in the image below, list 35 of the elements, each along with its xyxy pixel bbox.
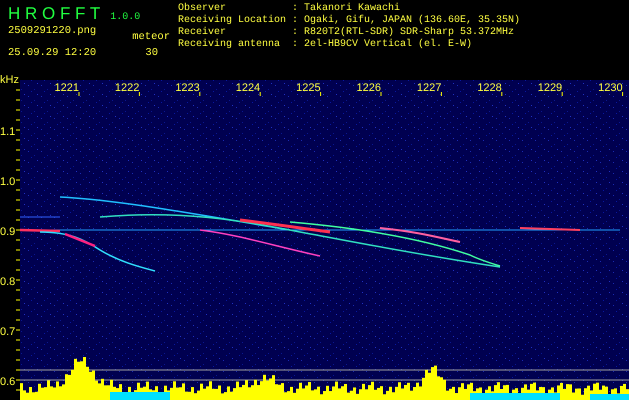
info-separator: : [292,39,300,51]
info-label: Receiver [178,27,228,38]
axis-label: 1223 [175,82,200,94]
axis-label: 1222 [114,82,140,94]
axis-label: 1224 [236,82,260,94]
file-name: 2509291220.png [8,25,96,39]
app-title: H R O F F T [8,4,100,24]
axis-label: 1227 [416,82,442,94]
axis-label: 0.8 [0,276,16,288]
timestamp: 25.09.29 12:20 [8,47,96,59]
axis-label: 1226 [356,82,381,94]
axis-label: 1221 [54,82,79,94]
axis-label: 1.1 [0,126,16,138]
axis-label: 1.0 [0,176,16,188]
info-value: Takanori Kawachi [304,3,400,14]
info-separator: : [292,3,300,15]
meteor-label: meteor [132,31,170,43]
info-value: 2el-HB9CV Vertical (el. E-W) [304,39,472,51]
axis-unit: kHz [0,74,19,86]
axis-label: 1228 [477,82,502,94]
axis-label: 0.6 [0,376,16,388]
meteor-count: 30 [145,47,159,59]
info-label: Observer [178,3,228,14]
info-label: Receiving antenna [178,39,282,51]
info-label: Receiving Location [178,15,288,26]
axis-label: 0.7 [0,326,16,338]
info-separator: : [292,27,300,39]
info-value: R820T2(RTL-SDR) SDR-Sharp 53.372MHz [304,27,514,38]
axis-label: 0.9 [0,226,16,238]
info-value: Ogaki, Gifu, JAPAN (136.60E, 35.35N) [304,15,520,26]
info-separator: : [292,15,300,27]
version-label: 1.0.0 [110,12,140,23]
axis-label: 1225 [296,82,321,94]
axis-label: 1229 [538,82,562,94]
axis-label: 1230 [598,82,623,94]
